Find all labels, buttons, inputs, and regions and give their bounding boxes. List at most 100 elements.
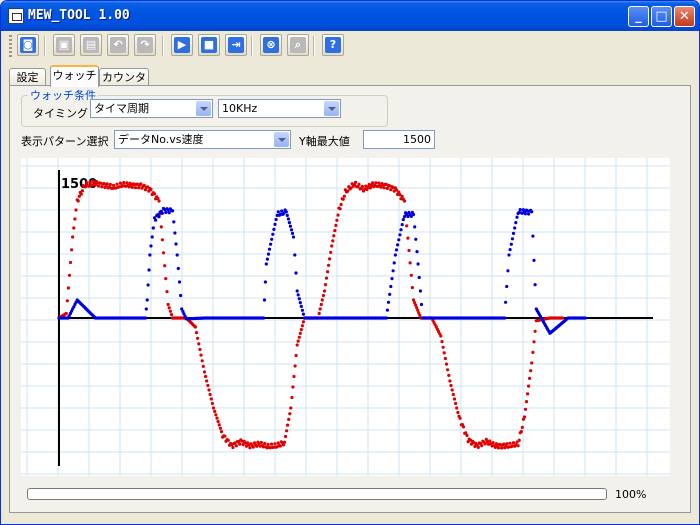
data-point: [448, 379, 452, 383]
data-point: [516, 444, 520, 448]
data-point: [174, 242, 178, 246]
cancel-button[interactable]: ⊗: [260, 34, 282, 56]
data-point: [455, 406, 459, 410]
data-point: [149, 187, 153, 191]
export-button[interactable]: ⇥: [225, 34, 247, 56]
data-point: [531, 234, 535, 238]
data-point: [145, 298, 149, 302]
data-point: [293, 253, 297, 257]
redo-button[interactable]: ↷: [134, 34, 156, 56]
paste-button[interactable]: ▤: [80, 34, 102, 56]
redo-icon: ↷: [137, 37, 153, 53]
data-point: [338, 207, 342, 211]
tab-watch[interactable]: ウォッチ: [50, 65, 99, 87]
close-button[interactable]: ✕: [674, 6, 695, 27]
chevron-down-icon[interactable]: [196, 101, 211, 116]
data-point: [523, 212, 527, 216]
data-point: [360, 184, 364, 189]
stop-button[interactable]: ■: [198, 34, 220, 56]
data-point: [291, 385, 295, 389]
data-point: [299, 304, 303, 308]
data-point: [528, 376, 532, 380]
app-icon: [8, 8, 24, 24]
data-point: [272, 227, 276, 231]
data-point: [152, 192, 157, 196]
pattern-select[interactable]: データNo.vs速度: [114, 130, 291, 149]
data-point: [336, 213, 340, 217]
data-point: [209, 397, 213, 401]
data-point: [198, 347, 202, 352]
data-point: [388, 292, 392, 296]
data-point: [297, 335, 301, 339]
data-point: [505, 284, 509, 289]
data-point: [218, 426, 222, 430]
data-point: [115, 182, 119, 186]
data-point: [447, 373, 451, 377]
undo-button[interactable]: ↶: [107, 34, 129, 56]
data-point: [465, 433, 469, 438]
data-point: [335, 218, 339, 222]
data-point: [297, 297, 301, 301]
data-point: [400, 223, 404, 227]
data-point: [411, 212, 416, 217]
data-point: [533, 329, 537, 333]
search-button[interactable]: ⌕: [287, 34, 309, 56]
data-point: [264, 262, 268, 266]
data-point: [461, 425, 466, 429]
copy-button[interactable]: ▣: [53, 34, 75, 56]
data-point: [285, 429, 289, 433]
data-point: [417, 275, 421, 280]
data-point: [150, 235, 154, 239]
data-point: [413, 225, 417, 229]
data-point: [74, 208, 78, 212]
data-point: [296, 293, 300, 297]
frequency-select-value: 10KHz: [222, 102, 258, 115]
data-point: [105, 182, 109, 186]
chevron-down-icon[interactable]: [274, 132, 289, 147]
data-point: [518, 208, 522, 212]
data-point: [151, 226, 155, 230]
data-point: [298, 301, 302, 305]
data-point: [80, 189, 84, 193]
data-point: [442, 351, 446, 355]
data-point: [391, 269, 395, 273]
camera-button[interactable]: ◙: [17, 34, 39, 56]
data-point: [205, 379, 209, 383]
speed-chart: 1500: [21, 158, 670, 476]
data-point: [318, 307, 322, 311]
data-point: [248, 446, 252, 450]
data-point: [173, 231, 177, 235]
data-point: [520, 425, 524, 429]
timing-select[interactable]: タイマ周期: [90, 99, 213, 118]
data-point: [294, 353, 298, 358]
tab-counter[interactable]: カウンタ: [99, 68, 149, 86]
data-point: [163, 264, 167, 268]
toolbar-grip-icon[interactable]: [9, 35, 12, 57]
data-point: [193, 325, 197, 329]
data-point: [286, 423, 290, 427]
data-point: [73, 217, 77, 221]
data-point: [148, 253, 152, 257]
maximize-button[interactable]: □: [651, 6, 672, 27]
frequency-select[interactable]: 10KHz: [218, 99, 341, 118]
data-point: [72, 226, 76, 230]
data-point: [510, 237, 514, 241]
tab-settings[interactable]: 設定: [9, 68, 46, 86]
data-point: [149, 244, 153, 248]
data-point: [197, 342, 201, 346]
tab-settings-label: 設定: [16, 71, 39, 84]
play-button[interactable]: ▶: [171, 34, 193, 56]
ymax-input[interactable]: 1500: [363, 130, 435, 149]
data-point: [519, 430, 523, 434]
data-point: [299, 328, 303, 332]
data-point: [64, 311, 68, 316]
chevron-down-icon[interactable]: [324, 101, 339, 116]
minimize-button[interactable]: _: [628, 6, 649, 27]
data-point: [515, 215, 519, 219]
data-point: [300, 308, 304, 312]
data-point: [332, 234, 336, 238]
data-point: [301, 320, 305, 324]
help-button[interactable]: ?: [322, 34, 344, 56]
data-point: [76, 199, 80, 203]
title-bar[interactable]: MEW_TOOL 1.00 _ □ ✕: [1, 1, 699, 31]
